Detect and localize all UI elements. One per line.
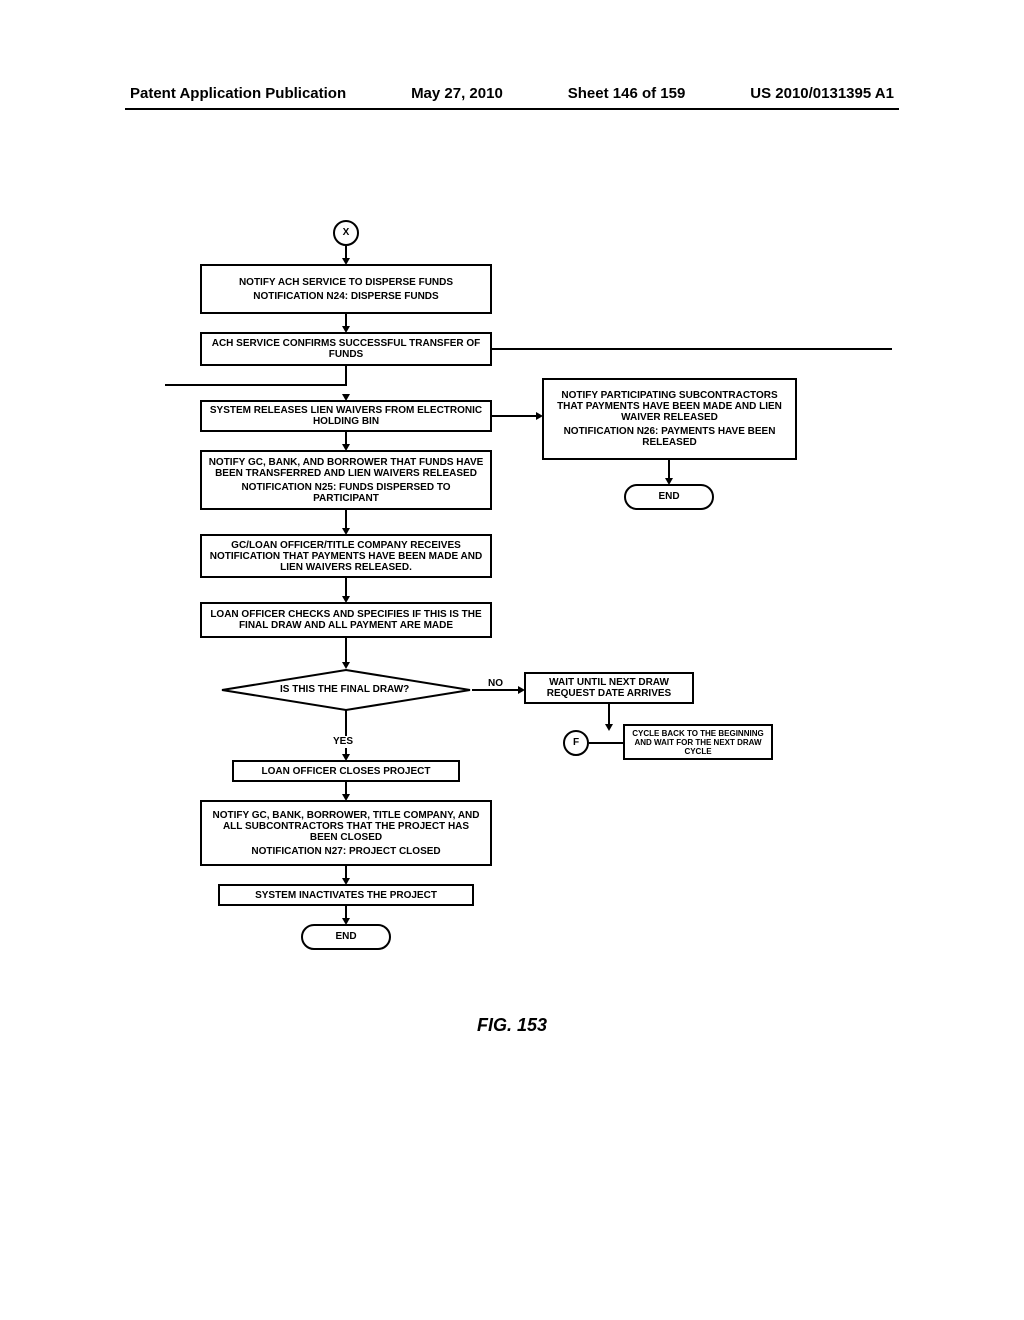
process-gc-receives: GC/LOAN OFFICER/TITLE COMPANY RECEIVES N… xyxy=(200,534,492,578)
text-line: GC/LOAN OFFICER/TITLE COMPANY RECEIVES N… xyxy=(208,540,484,573)
text-line: NOTIFICATION N26: PAYMENTS HAVE BEEN REL… xyxy=(550,426,789,448)
text-line: NOTIFICATION N27: PROJECT CLOSED xyxy=(208,846,484,857)
connector-x: X xyxy=(333,220,359,246)
arrow xyxy=(165,384,347,386)
header-sheet: Sheet 146 of 159 xyxy=(568,85,686,102)
arrow xyxy=(345,578,347,598)
arrow xyxy=(608,704,610,726)
terminator-end-bottom: END xyxy=(301,924,391,950)
header-rule xyxy=(125,108,899,110)
process-ach-confirms: ACH SERVICE CONFIRMS SUCCESSFUL TRANSFER… xyxy=(200,332,492,366)
arrow xyxy=(492,415,538,417)
label-no: NO xyxy=(488,678,503,689)
text-line: SYSTEM INACTIVATES THE PROJECT xyxy=(226,890,466,901)
arrow xyxy=(472,689,520,691)
decision-text: IS THIS THE FINAL DRAW? xyxy=(280,684,409,695)
text-line: NOTIFY PARTICIPATING SUBCONTRACTORS THAT… xyxy=(550,390,789,423)
process-notify-closed: NOTIFY GC, BANK, BORROWER, TITLE COMPANY… xyxy=(200,800,492,866)
process-release-lien: SYSTEM RELEASES LIEN WAIVERS FROM ELECTR… xyxy=(200,400,492,432)
text-line: NOTIFICATION N25: FUNDS DISPERSED TO PAR… xyxy=(208,482,484,504)
arrow xyxy=(668,460,670,480)
arrow xyxy=(345,366,347,386)
header-date: May 27, 2010 xyxy=(411,85,503,102)
text-line: SYSTEM RELEASES LIEN WAIVERS FROM ELECTR… xyxy=(208,405,484,427)
page-header: Patent Application Publication May 27, 2… xyxy=(0,85,1024,102)
text-line: WAIT UNTIL NEXT DRAW REQUEST DATE ARRIVE… xyxy=(532,677,686,699)
process-inactivate: SYSTEM INACTIVATES THE PROJECT xyxy=(218,884,474,906)
terminator-end-right: END xyxy=(624,484,714,510)
arrow xyxy=(589,742,623,744)
process-loan-officer-checks: LOAN OFFICER CHECKS AND SPECIFIES IF THI… xyxy=(200,602,492,638)
figure-caption: FIG. 153 xyxy=(0,1015,1024,1036)
text-line: NOTIFY ACH SERVICE TO DISPERSE FUNDS xyxy=(208,277,484,288)
arrow xyxy=(492,348,892,350)
text-line: LOAN OFFICER CLOSES PROJECT xyxy=(240,766,452,777)
text-line: NOTIFY GC, BANK, BORROWER, TITLE COMPANY… xyxy=(208,810,484,843)
process-cycle-back: CYCLE BACK TO THE BEGINNING AND WAIT FOR… xyxy=(623,724,773,760)
text-line: CYCLE BACK TO THE BEGINNING AND WAIT FOR… xyxy=(631,729,765,756)
arrowhead-icon xyxy=(605,724,613,731)
text-line: ACH SERVICE CONFIRMS SUCCESSFUL TRANSFER… xyxy=(208,338,484,360)
connector-f: F xyxy=(563,730,589,756)
arrow xyxy=(345,510,347,530)
process-close-project: LOAN OFFICER CLOSES PROJECT xyxy=(232,760,460,782)
text-line: LOAN OFFICER CHECKS AND SPECIFIES IF THI… xyxy=(208,609,484,631)
text-line: NOTIFY GC, BANK, AND BORROWER THAT FUNDS… xyxy=(208,457,484,479)
process-notify-ach: NOTIFY ACH SERVICE TO DISPERSE FUNDS NOT… xyxy=(200,264,492,314)
process-notify-gc-bank: NOTIFY GC, BANK, AND BORROWER THAT FUNDS… xyxy=(200,450,492,510)
arrow xyxy=(345,710,347,736)
header-pubno: US 2010/0131395 A1 xyxy=(750,85,894,102)
text-line: NOTIFICATION N24: DISPERSE FUNDS xyxy=(208,291,484,302)
arrow xyxy=(345,638,347,664)
process-notify-subcontractors: NOTIFY PARTICIPATING SUBCONTRACTORS THAT… xyxy=(542,378,797,460)
process-wait-next-draw: WAIT UNTIL NEXT DRAW REQUEST DATE ARRIVE… xyxy=(524,672,694,704)
header-left: Patent Application Publication xyxy=(130,85,346,102)
label-yes: YES xyxy=(333,736,353,747)
